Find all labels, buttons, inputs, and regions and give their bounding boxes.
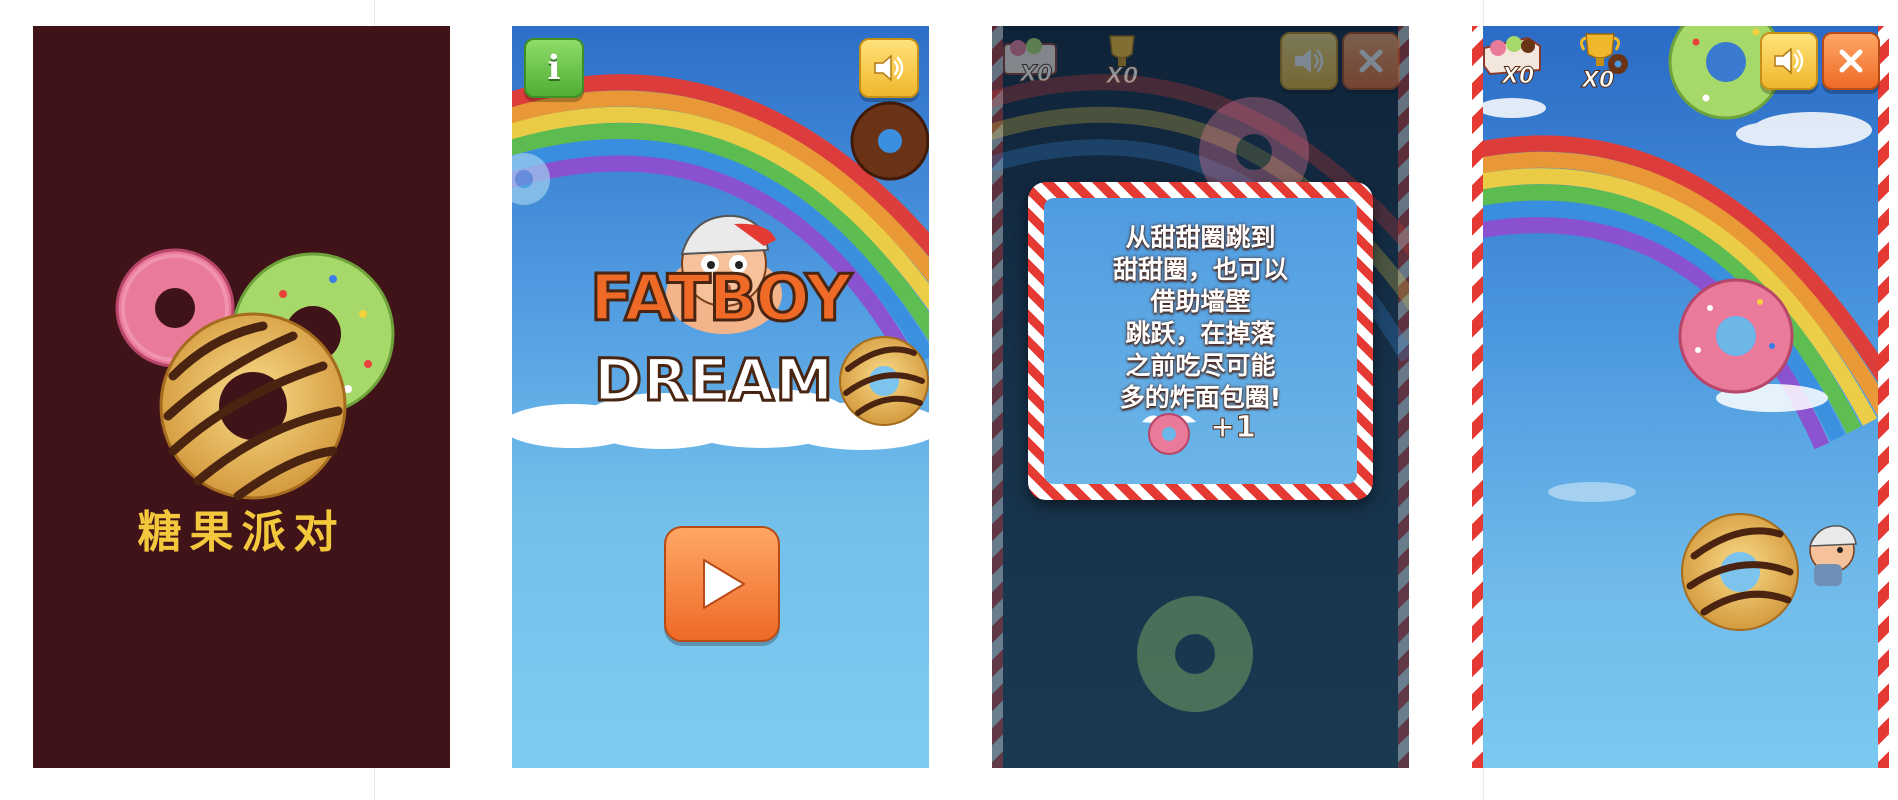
- donut-cluster-logo: [115, 248, 395, 501]
- play-button[interactable]: [664, 526, 780, 642]
- gameplay-screen: X0 X0: [1472, 26, 1889, 768]
- tutorial-line-4: 跳跃，在掉落: [1125, 319, 1276, 348]
- tutorial-line-1: 从甜甜圈跳到: [1125, 223, 1276, 252]
- pink-donut-platform: [1678, 278, 1794, 394]
- tutorial-line-5: 之前吃尽可能: [1125, 351, 1276, 380]
- game-title: 糖果派对: [137, 507, 346, 558]
- info-icon: i: [547, 48, 561, 88]
- sound-button[interactable]: [859, 38, 919, 98]
- reward-text: +1: [1209, 410, 1257, 446]
- play-icon: [703, 559, 745, 609]
- left-wall: [1472, 26, 1483, 768]
- splash-screen: 糖果派对: [33, 26, 450, 768]
- trophy-counter: X0: [1105, 64, 1139, 90]
- close-button[interactable]: [1342, 32, 1400, 90]
- logo-title-fatboy: FATBOY: [589, 261, 854, 338]
- speaker-icon: [874, 54, 904, 82]
- caramel-donut-platform: [1681, 513, 1799, 631]
- tutorial-dialog: 从甜甜圈跳到 甜甜圈，也可以 借助墙壁 跳跃，在掉落 之前吃尽可能 多的炸面包圈…: [1028, 182, 1373, 500]
- speaker-icon: [1295, 49, 1324, 73]
- faded-green-donut: [1137, 596, 1253, 712]
- sound-button[interactable]: [1760, 32, 1818, 90]
- tutorial-line-3: 借助墙壁: [1150, 287, 1251, 316]
- logo-title-dream: DREAM: [592, 345, 835, 416]
- tutorial-line-2: 甜甜圈，也可以: [1112, 255, 1288, 284]
- main-menu-screen: i FATBOY DREAM: [512, 26, 929, 768]
- close-icon: [1359, 49, 1383, 73]
- close-icon: [1839, 49, 1863, 73]
- fatboy-player: [1808, 525, 1857, 586]
- right-wall: [1878, 26, 1889, 768]
- gameplay-background: [1472, 26, 1889, 631]
- tutorial-dialog-body: 从甜甜圈跳到 甜甜圈，也可以 借助墙壁 跳跃，在掉落 之前吃尽可能 多的炸面包圈…: [1044, 198, 1357, 484]
- chocolate-donut: [850, 101, 929, 181]
- trophy-counter-box: X0: [1576, 30, 1646, 96]
- donut-box-counter: X0: [1480, 30, 1552, 94]
- info-button[interactable]: i: [524, 38, 584, 98]
- winged-donut-icon: [1142, 413, 1196, 455]
- yellow-donut: [159, 312, 347, 501]
- trophy-counter: X0: [1581, 68, 1615, 94]
- speaker-icon: [1774, 47, 1804, 75]
- donut-counter: X0: [1501, 64, 1535, 90]
- tutorial-screen: X0 X0 从甜甜圈跳到 甜甜圈，也可以 借助墙壁 跳跃，在掉落 之前吃尽可能 …: [992, 26, 1409, 768]
- sound-button[interactable]: [1280, 32, 1338, 90]
- close-button[interactable]: [1822, 32, 1880, 90]
- donut-counter: X0: [1019, 62, 1053, 88]
- donut-box-counter: X0: [1000, 32, 1072, 94]
- caramel-donut: [839, 336, 929, 426]
- trophy-counter-box: X0: [1100, 32, 1166, 94]
